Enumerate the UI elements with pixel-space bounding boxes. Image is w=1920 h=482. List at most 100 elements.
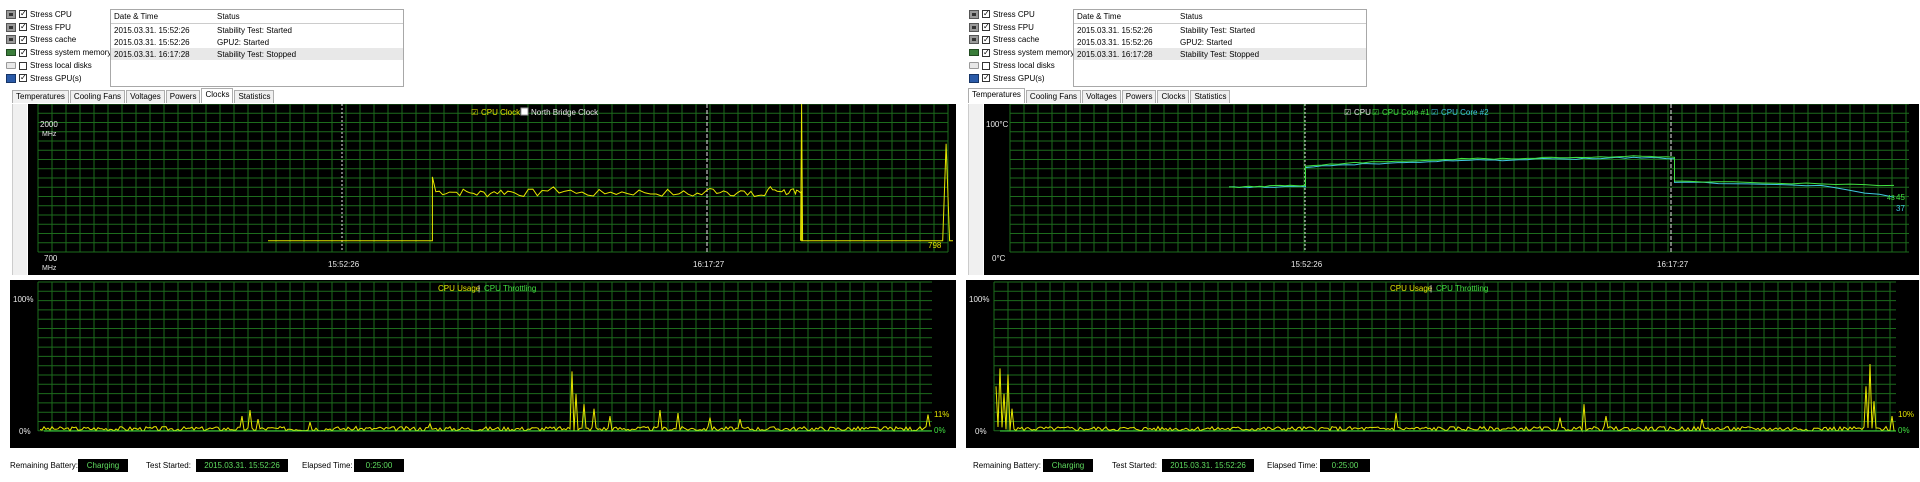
log-row[interactable]: 2015.03.31. 15:52:26 GPU2: Started [1074, 36, 1366, 48]
legend-cpu-clock: CPU Clock [481, 108, 521, 117]
elapsed-time-value: 0:25:00 [354, 459, 404, 472]
tab-cooling-fans[interactable]: Cooling Fans [69, 90, 126, 103]
test-started-label: Test Started: [146, 461, 191, 470]
current-value-prefix: 43 [1887, 195, 1895, 202]
legend-checkbox[interactable]: ☑ [1344, 108, 1351, 117]
tab-statistics[interactable]: Statistics [1190, 90, 1231, 103]
y-unit-label: MHz [42, 131, 57, 138]
checkbox[interactable]: ✓ [982, 48, 990, 57]
elapsed-time-value: 0:25:00 [1320, 459, 1370, 472]
legend-separator: | [1430, 284, 1432, 293]
option-stress-cache[interactable]: ✓ Stress cache [969, 34, 1074, 47]
throttling-value-label: 0% [1898, 426, 1910, 435]
log-row[interactable]: 2015.03.31. 15:52:26 GPU2: Started [111, 36, 403, 48]
gpu-icon [969, 73, 979, 83]
usage-graph-svg: CPU Usage | CPU Throttling 100% 0% 10% 0… [969, 281, 1914, 436]
legend-separator: | [478, 284, 480, 293]
log-row[interactable]: 2015.03.31. 15:52:26 Stability Test: Star… [111, 24, 403, 36]
legend-cpu-throttling: CPU Throttling [1436, 284, 1488, 293]
log-row[interactable]: 2015.03.31. 15:52:26 Stability Test: Star… [1074, 24, 1366, 36]
option-stress-cache[interactable]: ✓ Stress cache [6, 34, 111, 47]
log-row[interactable]: 2015.03.31. 16:17:28 Stability Test: Stop… [111, 48, 403, 60]
tab-powers[interactable]: Powers [1121, 90, 1157, 103]
temperature-graph: ☑ CPU ☑ CPU Core #1 ☑ CPU Core #2 100°C … [984, 104, 1919, 275]
tab-voltages[interactable]: Voltages [1082, 90, 1121, 103]
side-panel [968, 104, 983, 275]
y-min-label: 700 [44, 254, 58, 263]
battery-label: Remaining Battery: [10, 461, 79, 470]
option-stress-cpu[interactable]: ✓ Stress CPU [6, 8, 111, 21]
tab-temperatures[interactable]: Temperatures [12, 90, 69, 103]
fpu-icon [969, 22, 979, 32]
legend-checkbox[interactable] [520, 107, 529, 116]
usage-graph: CPU Usage | CPU Throttling 100% 0% 11% 0… [10, 280, 956, 448]
disk-icon [6, 62, 16, 70]
graph-grid [37, 281, 932, 432]
status-bar: Remaining Battery: Charging Test Started… [10, 459, 950, 473]
y-min-label: 0% [975, 427, 987, 436]
checkbox[interactable]: ✓ [19, 74, 27, 83]
tab-cooling-fans[interactable]: Cooling Fans [1025, 90, 1082, 103]
time-label-start: 15:52:26 [328, 260, 360, 269]
checkbox[interactable]: ✓ [19, 48, 27, 57]
temperature-graph-svg: ☑ CPU ☑ CPU Core #1 ☑ CPU Core #2 100°C … [986, 104, 1909, 269]
option-stress-disks[interactable]: Stress local disks [969, 59, 1074, 72]
tab-statistics[interactable]: Statistics [234, 90, 275, 103]
checkbox[interactable] [19, 61, 27, 70]
option-stress-gpu[interactable]: ✓ Stress GPU(s) [969, 72, 1074, 85]
option-stress-memory[interactable]: ✓ Stress system memory [969, 46, 1074, 59]
stress-options: ✓ Stress CPU ✓ Stress FPU ✓ Stress cache ✓ S… [969, 8, 1074, 85]
option-stress-gpu[interactable]: ✓ Stress GPU(s) [6, 72, 111, 85]
checkbox[interactable]: ✓ [982, 74, 990, 83]
checkbox[interactable]: ✓ [19, 23, 27, 32]
memory-icon [6, 49, 16, 57]
battery-value: Charging [1043, 459, 1093, 472]
fpu-icon [6, 22, 16, 32]
checkbox[interactable]: ✓ [982, 23, 990, 32]
option-stress-cpu[interactable]: ✓ Stress CPU [969, 8, 1074, 21]
test-started-label: Test Started: [1112, 461, 1157, 470]
cpu-icon [6, 9, 16, 19]
battery-value: Charging [78, 459, 128, 472]
legend-cpu-usage: CPU Usage [1390, 284, 1433, 293]
checkbox[interactable]: ✓ [19, 35, 27, 44]
legend-cpu-throttling: CPU Throttling [484, 284, 536, 293]
log-row[interactable]: 2015.03.31. 16:17:28 Stability Test: Stop… [1074, 48, 1366, 60]
y-unit-label: MHz [42, 265, 57, 272]
checkbox[interactable]: ✓ [19, 10, 27, 19]
graph-grid [37, 104, 949, 253]
throttling-value-label: 0% [934, 426, 946, 435]
legend-cpu-core-2: CPU Core #2 [1441, 108, 1489, 117]
legend-checkbox[interactable]: ☑ [471, 108, 478, 117]
tab-temperatures[interactable]: Temperatures [968, 88, 1025, 103]
time-label-stop: 16:17:27 [693, 260, 725, 269]
status-log[interactable]: Date & Time Status 2015.03.31. 15:52:26 S… [110, 9, 404, 87]
usage-graph-svg: CPU Usage | CPU Throttling 100% 0% 11% 0… [13, 281, 949, 436]
time-label-start: 15:52:26 [1291, 260, 1323, 269]
side-panel [12, 104, 27, 275]
y-max-label: 100°C [986, 120, 1009, 129]
option-stress-disks[interactable]: Stress local disks [6, 59, 111, 72]
graph-tabs: Temperatures Cooling Fans Voltages Power… [12, 88, 275, 103]
legend-checkbox[interactable]: ☑ [1372, 108, 1379, 117]
option-stress-fpu[interactable]: ✓ Stress FPU [969, 21, 1074, 34]
status-log[interactable]: Date & Time Status 2015.03.31. 15:52:26 S… [1073, 9, 1367, 87]
legend-checkbox[interactable]: ☑ [1431, 108, 1438, 117]
battery-label: Remaining Battery: [973, 461, 1042, 470]
tab-powers[interactable]: Powers [165, 90, 201, 103]
elapsed-time-label: Elapsed Time: [302, 461, 353, 470]
tab-clocks[interactable]: Clocks [1157, 90, 1190, 103]
tab-clocks[interactable]: Clocks [201, 88, 234, 103]
checkbox[interactable]: ✓ [982, 10, 990, 19]
option-stress-fpu[interactable]: ✓ Stress FPU [6, 21, 111, 34]
tab-voltages[interactable]: Voltages [126, 90, 165, 103]
graph-tabs: Temperatures Cooling Fans Voltages Power… [968, 88, 1231, 103]
status-bar: Remaining Battery: Charging Test Started… [973, 459, 1913, 473]
usage-value-label: 10% [1898, 410, 1914, 419]
checkbox[interactable]: ✓ [982, 35, 990, 44]
stability-test-window-left: ✓ Stress CPU ✓ Stress FPU ✓ Stress cache ✓ S… [0, 0, 957, 482]
test-started-value: 2015.03.31. 15:52:26 [196, 459, 288, 472]
option-stress-memory[interactable]: ✓ Stress system memory [6, 46, 111, 59]
checkbox[interactable] [982, 61, 990, 70]
cpu-usage-series [39, 371, 931, 433]
